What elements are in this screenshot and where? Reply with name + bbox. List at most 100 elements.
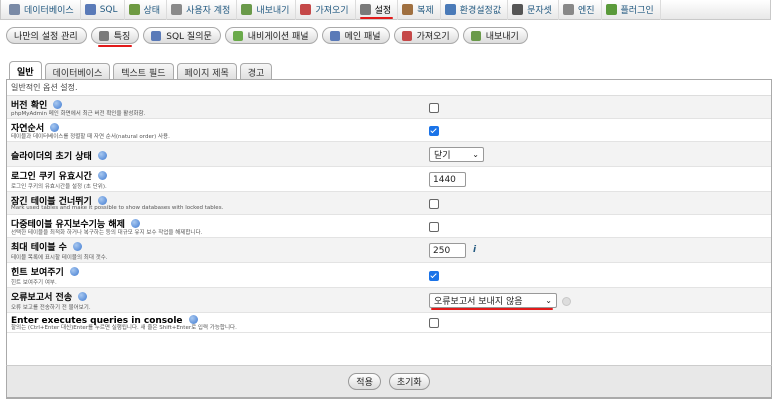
sub-tab[interactable]: 가져오기 (393, 27, 459, 44)
top-tab[interactable]: 사용자 계정 (167, 0, 238, 20)
reset-default-icon[interactable] (562, 297, 571, 306)
help-icon[interactable] (97, 151, 107, 160)
setting-description: Mark used tables and make it possible to… (11, 205, 224, 211)
top-tab-label: 문자셋 (527, 6, 552, 16)
setting-control (429, 103, 439, 113)
top-tab[interactable]: 환경설정값 (441, 0, 509, 20)
settings-rows: 버전 확인 phpMyAdmin 메인 화면에서 최근 버전 확인을 활성화함. 자… (7, 96, 771, 333)
setting-checkbox[interactable] (429, 318, 439, 328)
setting-description: 오류 보고를 전송하기 전 물어보기. (11, 305, 91, 311)
top-tab-label: 내보내기 (256, 6, 290, 16)
setting-description: 선택한 테이블을 최적화 하거나 복구하는 등의 대규모 유지 보수 작업을 해… (11, 230, 203, 236)
form-tab[interactable]: 텍스트 필드 (113, 63, 174, 80)
setting-checkbox[interactable] (429, 103, 439, 113)
top-tab[interactable]: 플러그인 (602, 0, 661, 20)
setting-select[interactable]: 오류보고서 보내지 않음 ⌄ (429, 293, 557, 308)
top-tab-label: 데이터베이스 (24, 6, 74, 16)
setting-label: 힌트 보여주기 (11, 265, 79, 278)
database-icon (9, 4, 20, 15)
setting-control (429, 318, 439, 328)
sub-tab[interactable]: 내보내기 (462, 27, 528, 44)
top-tab[interactable]: 데이터베이스 (5, 0, 81, 20)
top-tab-label: 복제 (417, 6, 434, 16)
top-tab[interactable]: 내보내기 (237, 0, 297, 20)
sub-tab[interactable]: 내비게이션 패널 (224, 27, 318, 44)
setting-control (429, 222, 439, 232)
top-tab-label: 상태 (143, 6, 161, 16)
setting-description: 테이블과 데이터베이스를 정렬할 때 자연 순서(natural order) … (11, 134, 170, 140)
sub-tab-label: 내비게이션 패널 (247, 32, 309, 42)
top-tab-label: 가져오기 (315, 6, 349, 16)
top-tab-label: 사용자 계정 (186, 6, 231, 16)
sub-tab-label: SQL 질의문 (166, 32, 212, 42)
setting-checkbox[interactable] (429, 126, 439, 136)
setting-number-input[interactable]: 1440 (429, 172, 466, 187)
form-tab[interactable]: 경고 (239, 63, 273, 80)
help-icon[interactable] (69, 267, 79, 276)
top-tab[interactable]: 복제 (398, 0, 441, 20)
chevron-down-icon: ⌄ (545, 296, 552, 305)
apply-button[interactable]: 적용 (348, 373, 381, 390)
form-tab[interactable]: 일반 (9, 61, 42, 80)
setting-control (429, 271, 439, 281)
setting-label-text: 오류보고서 전송 (11, 293, 73, 303)
top-tab[interactable]: 문자셋 (508, 0, 559, 20)
setting-row: 오류보고서 전송오류 보고를 전송하기 전 물어보기. 오류보고서 보내지 않음 ⌄ (7, 288, 771, 313)
form-tabs: 일반 데이터베이스 텍스트 필드 페이지 제목 경고 (9, 61, 275, 80)
plugin-icon (605, 4, 617, 15)
setting-label-text: 로그인 쿠키 유효시간 (11, 172, 92, 182)
info-icon[interactable]: i (473, 245, 476, 255)
top-tab-label: 환경설정값 (459, 6, 502, 16)
top-tab[interactable]: SQL (81, 0, 125, 20)
sub-tab[interactable]: SQL 질의문 (143, 27, 221, 44)
form-tab[interactable]: 데이터베이스 (44, 63, 111, 80)
top-tab[interactable]: 엔진 (559, 0, 602, 20)
sub-tab[interactable]: 특징 (90, 27, 140, 47)
select-value: 오류보고서 보내지 않음 (434, 297, 523, 307)
help-icon[interactable] (72, 242, 82, 251)
help-icon[interactable] (50, 123, 60, 132)
setting-control: 닫기 ⌄ (429, 147, 484, 162)
top-tab-label: 플러그인 (620, 6, 654, 16)
setting-row: 잠긴 테이블 건너뛰기 Mark used tables and make it … (7, 192, 771, 215)
setting-row: 힌트 보여주기 힌트 보여주기 여부. (7, 263, 771, 288)
setting-control (429, 126, 439, 136)
reset-button[interactable]: 초기화 (388, 373, 430, 390)
setting-label: 최대 테이블 수 (11, 240, 82, 253)
form-footer: 적용 초기화 (6, 365, 772, 398)
setting-label-text: 최대 테이블 수 (11, 243, 67, 253)
top-tab[interactable]: 설정 (356, 0, 399, 20)
sql-icon (151, 30, 162, 41)
setting-row: Enter executes queries in console 할의는 (Ct… (7, 313, 771, 333)
setting-checkbox[interactable] (429, 271, 439, 281)
setting-checkbox[interactable] (429, 199, 439, 209)
setting-control: 1440 (429, 172, 466, 187)
help-icon[interactable] (78, 292, 88, 301)
top-tab[interactable]: 가져오기 (296, 0, 356, 20)
variables-icon (444, 4, 456, 15)
import-icon (401, 30, 412, 41)
engine-icon (562, 4, 574, 15)
help-icon[interactable] (97, 196, 107, 205)
server-top-menu: 데이터베이스 SQL 상태 사용자 계정 내보내기 가져오기 설정 복제 환경설정값 문자셋 엔진 플… (0, 0, 771, 20)
sub-tab[interactable]: 메인 패널 (321, 27, 390, 44)
help-icon[interactable] (130, 219, 140, 228)
import-icon (300, 4, 312, 15)
export-icon (241, 4, 253, 15)
sub-tab[interactable]: 나만의 설정 관리 (6, 27, 87, 44)
setting-checkbox[interactable] (429, 222, 439, 232)
setting-number-input[interactable]: 250 (429, 243, 466, 258)
setting-label: 로그인 쿠키 유효시간 (11, 169, 107, 182)
panel-intro: 일반적인 옵션 설정. (7, 80, 771, 96)
setting-row: 다중테이블 유지보수기능 해제 선택한 테이블을 최적화 하거나 복구하는 등의 … (7, 215, 771, 238)
help-icon[interactable] (97, 171, 107, 180)
wrench-icon (359, 4, 371, 15)
form-tab[interactable]: 페이지 제목 (176, 63, 237, 80)
main-panel-icon (329, 30, 340, 41)
help-icon[interactable] (53, 100, 63, 109)
red-underline-annotation (431, 308, 553, 310)
top-tab[interactable]: 상태 (125, 0, 168, 20)
setting-select[interactable]: 닫기 ⌄ (429, 147, 484, 162)
setting-label: 슬라이더의 초기 상태 (11, 149, 107, 162)
setting-label: 오류보고서 전송 (11, 290, 88, 303)
